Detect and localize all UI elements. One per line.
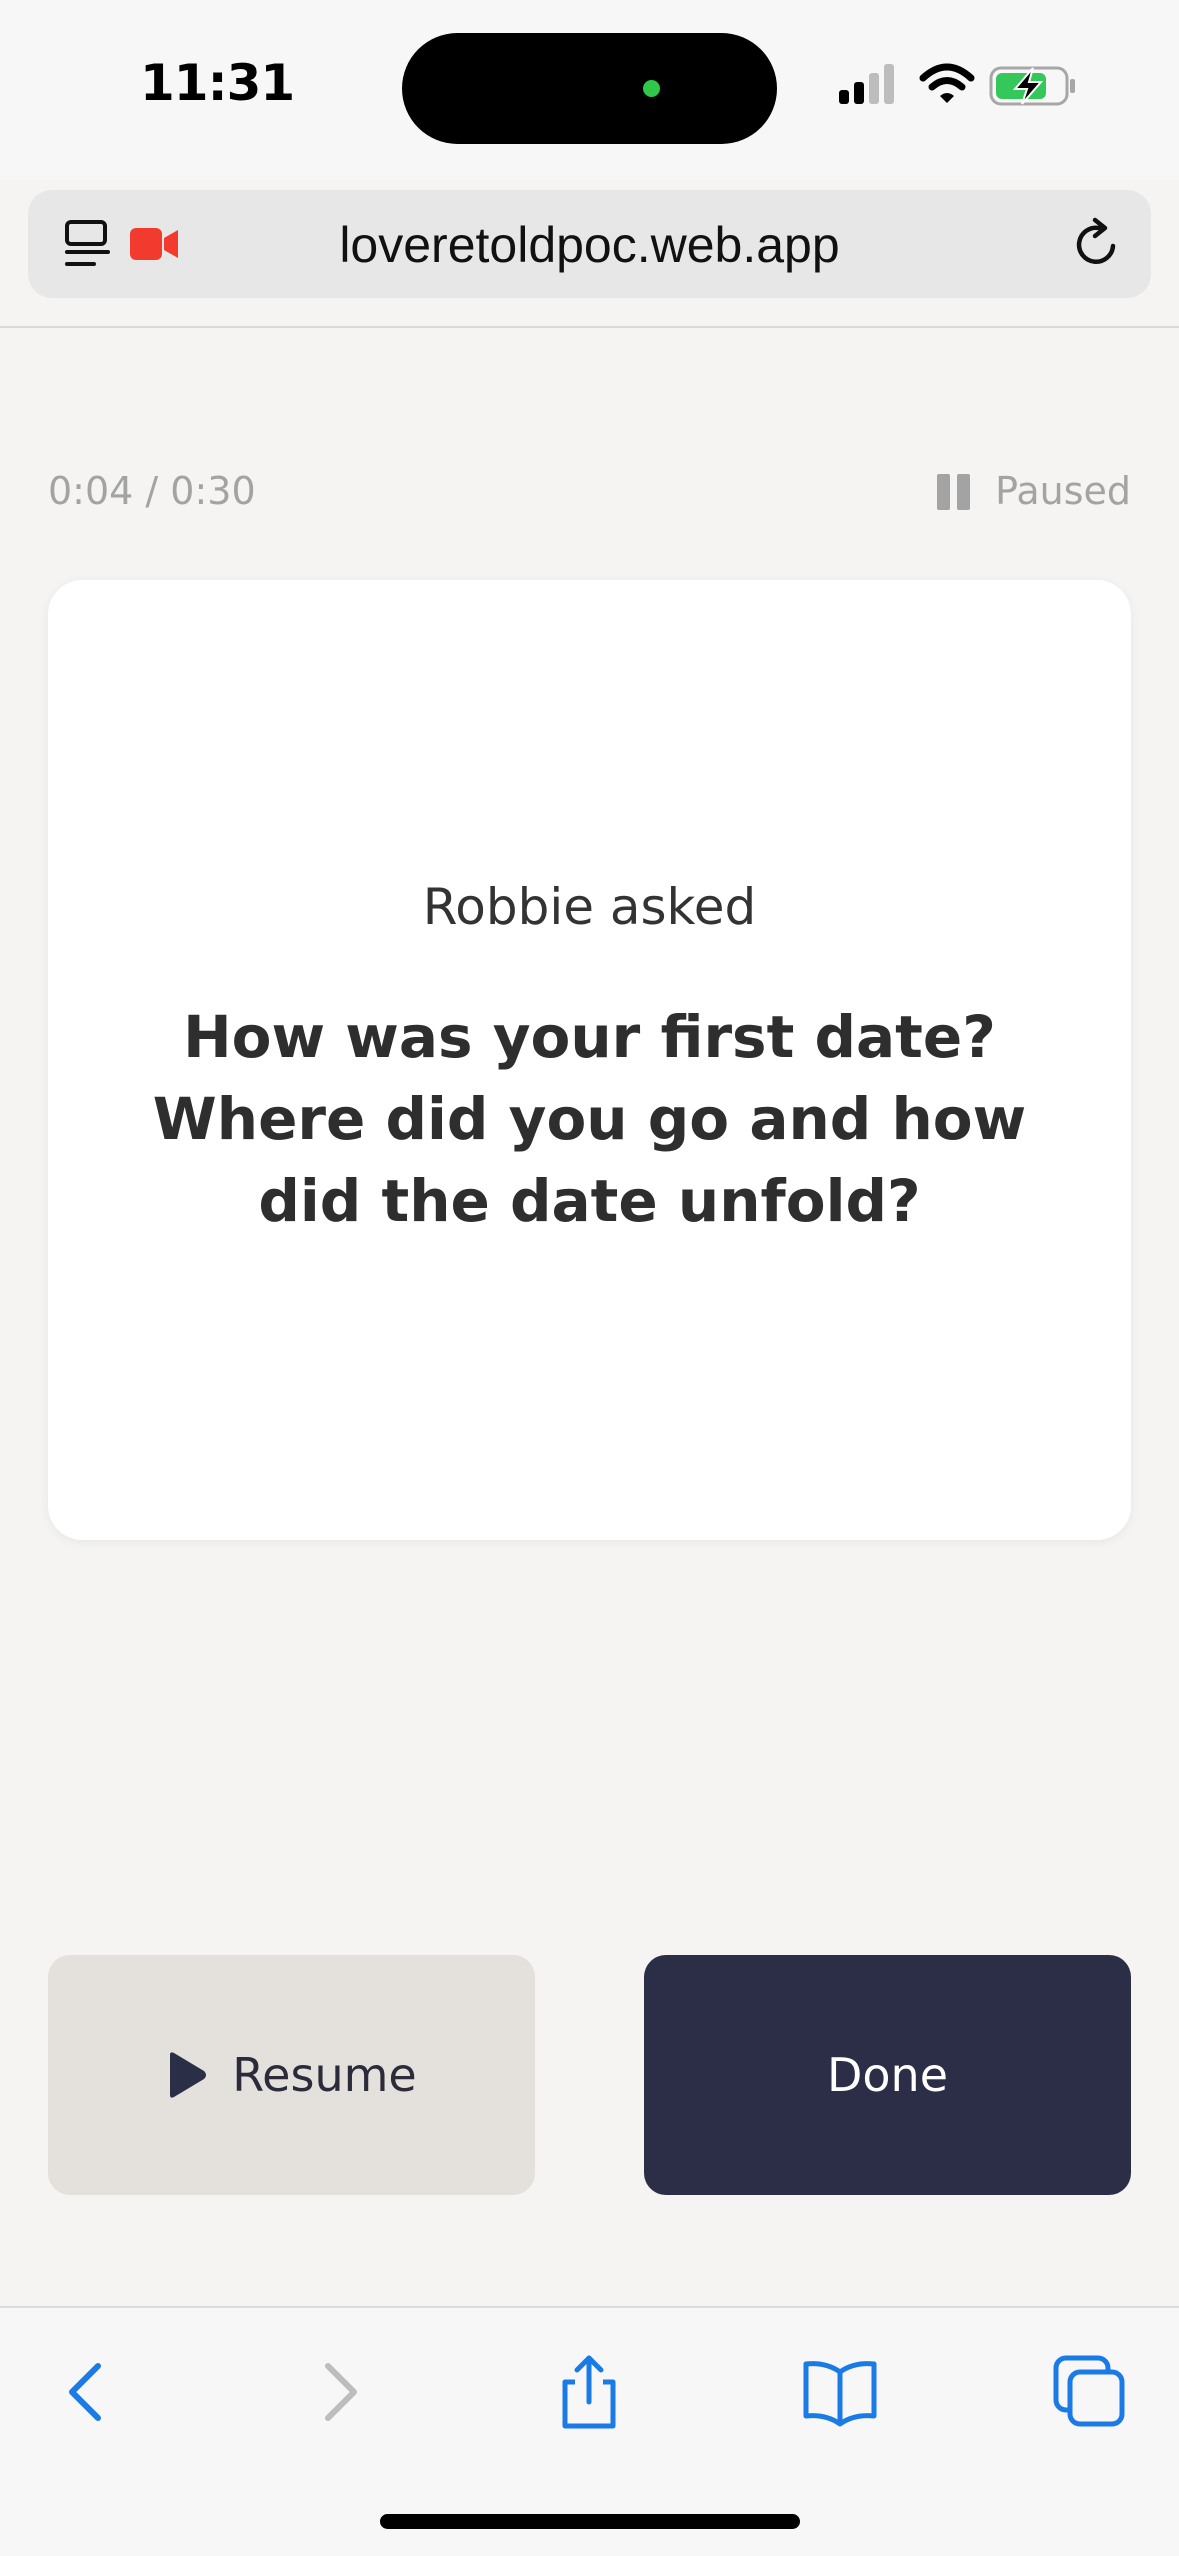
home-indicator — [380, 2514, 800, 2529]
pause-icon — [937, 474, 970, 510]
status-bar: 11:31 — [0, 0, 1179, 180]
battery-charging-icon — [989, 66, 1075, 106]
share-icon[interactable] — [549, 2352, 629, 2432]
dynamic-island — [402, 33, 777, 144]
bookmarks-icon[interactable] — [800, 2352, 880, 2432]
back-icon[interactable] — [46, 2352, 126, 2432]
camera-in-use-indicator — [643, 80, 660, 97]
divider — [0, 326, 1179, 328]
question-text: How was your first date? Where did you g… — [152, 1003, 1027, 1235]
signal-icon — [839, 64, 894, 104]
paused-label: Paused — [995, 469, 1131, 513]
done-button[interactable]: Done — [644, 1955, 1131, 2195]
address-bar[interactable]: loveretoldpoc.web.app — [28, 190, 1151, 298]
tabs-icon[interactable] — [1050, 2352, 1130, 2432]
url-text[interactable]: loveretoldpoc.web.app — [28, 216, 1151, 274]
reload-icon[interactable] — [1069, 216, 1125, 272]
status-time: 11:31 — [140, 54, 295, 112]
asked-by-label: Robbie asked — [422, 878, 757, 936]
wifi-icon — [919, 63, 975, 103]
screen: 11:31 loveretoldpoc.web.app 0:04 / 0:30 … — [0, 0, 1179, 2556]
resume-label: Resume — [232, 2048, 417, 2102]
resume-button-content: Resume — [48, 1955, 535, 2195]
play-icon — [170, 2052, 207, 2098]
forward-icon[interactable] — [300, 2352, 380, 2432]
resume-button[interactable]: Resume — [48, 1955, 535, 2195]
done-label: Done — [826, 2048, 949, 2102]
question-card: Robbie asked How was your first date? Wh… — [48, 580, 1131, 1540]
recording-timer: 0:04 / 0:30 — [48, 469, 256, 513]
